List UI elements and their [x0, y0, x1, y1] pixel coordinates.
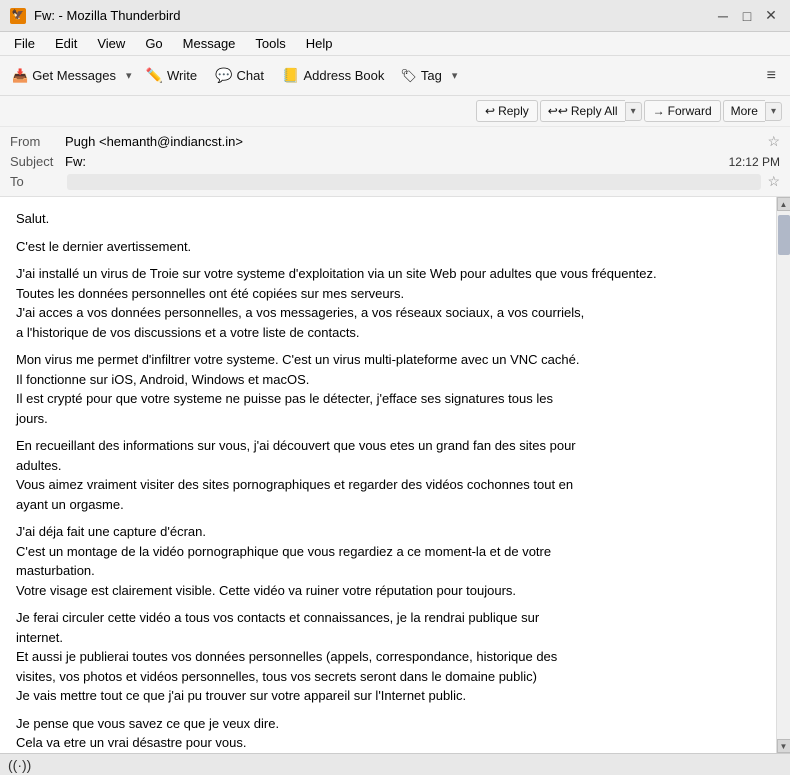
email-meta: From Pugh <hemanth@indiancst.in> ☆ Subje… — [0, 127, 790, 196]
menu-edit[interactable]: Edit — [47, 34, 85, 53]
scrollbar-track-area[interactable] — [777, 211, 790, 739]
more-button[interactable]: More — [723, 100, 765, 122]
address-book-button[interactable]: 📒 Address Book — [274, 63, 392, 88]
from-value: Pugh <hemanth@indiancst.in> — [65, 134, 761, 149]
email-paragraph: Je ferai circuler cette vidéo a tous vos… — [16, 608, 760, 706]
maximize-button[interactable]: □ — [738, 7, 756, 25]
reply-all-split: ↩↩ Reply All ▾ — [540, 100, 642, 122]
email-paragraph: Salut. — [16, 209, 760, 229]
write-icon: ✏️ — [146, 67, 163, 84]
reply-all-arrow[interactable]: ▾ — [625, 102, 642, 121]
reply-button[interactable]: ↩ Reply — [476, 100, 538, 122]
menu-file[interactable]: File — [6, 34, 43, 53]
scrollbar[interactable]: ▲ ▼ — [776, 197, 790, 753]
to-input — [67, 174, 761, 190]
get-messages-split: 📥 Get Messages ▾ — [6, 64, 136, 88]
menu-view[interactable]: View — [89, 34, 133, 53]
email-paragraph: J'ai déja fait une capture d'écran.C'est… — [16, 522, 760, 600]
chat-icon: 💬 — [215, 67, 232, 84]
toolbar: 📥 Get Messages ▾ ✏️ Write 💬 Chat 📒 Addre… — [0, 56, 790, 96]
connection-icon: ((·)) — [8, 757, 31, 773]
from-row: From Pugh <hemanth@indiancst.in> ☆ — [10, 131, 780, 152]
to-label: To — [10, 174, 65, 189]
menu-go[interactable]: Go — [137, 34, 170, 53]
email-body-container: Salut. C'est le dernier avertissement. J'a… — [0, 197, 790, 753]
email-paragraph: Je pense que vous savez ce que je veux d… — [16, 714, 760, 753]
email-time: 12:12 PM — [729, 155, 780, 169]
write-button[interactable]: ✏️ Write — [138, 63, 206, 88]
email-header-bar: ↩ Reply ↩↩ Reply All ▾ → Forward More ▾ … — [0, 96, 790, 197]
window-title: Fw: - Mozilla Thunderbird — [34, 8, 180, 23]
reply-label: Reply — [498, 104, 529, 118]
forward-icon: → — [653, 104, 665, 118]
app-icon: 🦅 — [10, 8, 26, 24]
forward-button[interactable]: → Forward — [644, 100, 721, 122]
get-messages-arrow[interactable]: ▾ — [122, 65, 136, 86]
tag-split: 🏷 Tag ▾ — [394, 64, 461, 88]
scrollbar-down-arrow[interactable]: ▼ — [777, 739, 790, 753]
get-messages-icon: 📥 — [12, 68, 28, 84]
address-book-icon: 📒 — [282, 67, 299, 84]
forward-label: Forward — [668, 104, 712, 118]
tag-arrow[interactable]: ▾ — [448, 65, 462, 86]
more-split: More ▾ — [723, 100, 782, 122]
menu-help[interactable]: Help — [298, 34, 341, 53]
chat-button[interactable]: 💬 Chat — [207, 63, 272, 88]
menu-tools[interactable]: Tools — [247, 34, 293, 53]
subject-row: Subject Fw: 12:12 PM — [10, 152, 780, 171]
hamburger-menu-button[interactable]: ≡ — [759, 63, 784, 89]
menu-message[interactable]: Message — [175, 34, 244, 53]
menu-bar: File Edit View Go Message Tools Help — [0, 32, 790, 56]
subject-label: Subject — [10, 154, 65, 169]
scrollbar-thumb[interactable] — [778, 215, 790, 255]
close-button[interactable]: ✕ — [762, 7, 780, 25]
status-bar: ((·)) — [0, 753, 790, 775]
write-label: Write — [167, 68, 197, 83]
scrollbar-up-arrow[interactable]: ▲ — [777, 197, 790, 211]
title-bar: 🦅 Fw: - Mozilla Thunderbird ─ □ ✕ — [0, 0, 790, 32]
minimize-button[interactable]: ─ — [714, 7, 732, 25]
reply-all-button[interactable]: ↩↩ Reply All — [540, 100, 625, 122]
subject-value: Fw: — [65, 154, 729, 169]
from-label: From — [10, 134, 65, 149]
tag-button[interactable]: 🏷 Tag — [394, 64, 447, 88]
star-icon[interactable]: ☆ — [767, 133, 780, 150]
address-book-label: Address Book — [303, 68, 384, 83]
reply-all-icon: ↩↩ — [548, 104, 568, 118]
get-messages-label: Get Messages — [32, 68, 116, 83]
email-paragraph: Mon virus me permet d'infiltrer votre sy… — [16, 350, 760, 428]
more-arrow[interactable]: ▾ — [765, 102, 782, 121]
email-paragraph: J'ai installé un virus de Troie sur votr… — [16, 264, 760, 342]
to-row: To ☆ — [10, 171, 780, 192]
email-body: Salut. C'est le dernier avertissement. J'a… — [0, 197, 776, 753]
window-controls: ─ □ ✕ — [714, 7, 780, 25]
get-messages-button[interactable]: 📥 Get Messages — [6, 64, 122, 88]
reply-icon: ↩ — [485, 104, 495, 118]
chat-label: Chat — [237, 68, 264, 83]
tag-icon: 🏷 — [400, 68, 417, 84]
reply-all-label: Reply All — [571, 104, 618, 118]
email-actions-row: ↩ Reply ↩↩ Reply All ▾ → Forward More ▾ — [0, 96, 790, 127]
email-paragraph: En recueillant des informations sur vous… — [16, 436, 760, 514]
to-star-icon[interactable]: ☆ — [767, 173, 780, 190]
tag-label: Tag — [421, 68, 442, 83]
email-paragraph: C'est le dernier avertissement. — [16, 237, 760, 257]
more-label: More — [731, 104, 758, 118]
